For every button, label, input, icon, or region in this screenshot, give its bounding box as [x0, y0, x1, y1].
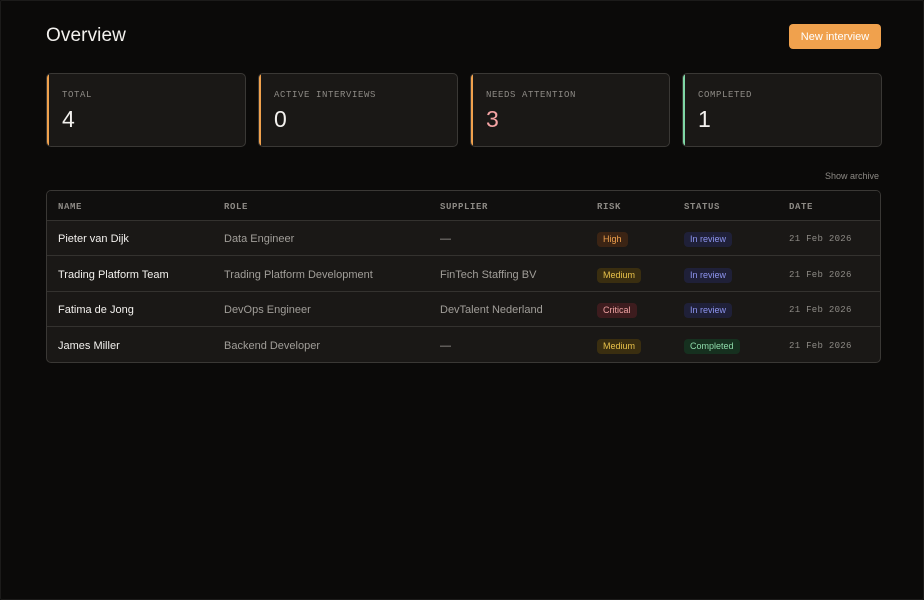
page-title: Overview [46, 25, 126, 46]
show-archive-link[interactable]: Show archive [825, 171, 879, 181]
status-badge: Completed [684, 339, 740, 354]
cell-supplier: DevTalent Nederland [440, 304, 543, 316]
status-badge: In review [684, 303, 733, 318]
cell-date: 21 Feb 2026 [789, 234, 852, 244]
app-frame: Overview New interview TOTAL 4 ACTIVE IN… [0, 0, 924, 600]
cell-supplier: FinTech Staffing BV [440, 269, 537, 281]
status-badge: In review [684, 232, 733, 247]
stat-accent-bar [683, 74, 685, 146]
stat-accent-bar [259, 74, 261, 146]
table-header: NAME ROLE SUPPLIER RISK STATUS DATE [47, 191, 880, 221]
interviews-table: NAME ROLE SUPPLIER RISK STATUS DATE Piet… [46, 190, 881, 363]
risk-badge: High [597, 232, 628, 247]
risk-badge: Medium [597, 339, 642, 354]
table-row[interactable]: Fatima de Jong DevOps Engineer DevTalent… [47, 292, 880, 327]
stat-card-needs-attention: NEEDS ATTENTION 3 [470, 73, 670, 147]
table-row[interactable]: Trading Platform Team Trading Platform D… [47, 257, 880, 292]
cell-role: Backend Developer [224, 340, 321, 352]
cell-date: 21 Feb 2026 [789, 341, 852, 351]
cell-role: DevOps Engineer [224, 304, 311, 316]
cell-name: Fatima de Jong [58, 304, 134, 316]
column-header-risk[interactable]: RISK [597, 202, 621, 212]
stat-card-total: TOTAL 4 [46, 73, 246, 147]
stat-value: 0 [274, 106, 287, 132]
stat-value: 1 [698, 106, 711, 132]
cell-supplier: — [440, 340, 451, 352]
cell-role: Trading Platform Development [224, 269, 373, 281]
risk-badge: Critical [597, 303, 637, 318]
stat-card-active-interviews: ACTIVE INTERVIEWS 0 [258, 73, 458, 147]
status-badge: In review [684, 268, 733, 283]
cell-date: 21 Feb 2026 [789, 270, 852, 280]
stat-accent-bar [471, 74, 473, 146]
cell-name: Pieter van Dijk [58, 233, 129, 245]
stat-label: NEEDS ATTENTION [486, 90, 577, 100]
column-header-supplier[interactable]: SUPPLIER [440, 202, 488, 212]
cell-name: James Miller [58, 340, 120, 352]
stats-row: TOTAL 4 ACTIVE INTERVIEWS 0 NEEDS ATTENT… [46, 73, 882, 147]
column-header-status[interactable]: STATUS [684, 202, 720, 212]
table-row[interactable]: James Miller Backend Developer — Medium … [47, 328, 880, 362]
column-header-name[interactable]: NAME [58, 202, 82, 212]
stat-label: TOTAL [62, 90, 93, 100]
cell-name: Trading Platform Team [58, 269, 169, 281]
column-header-role[interactable]: ROLE [224, 202, 248, 212]
stat-label: COMPLETED [698, 90, 753, 100]
stat-label: ACTIVE INTERVIEWS [274, 90, 377, 100]
table-row[interactable]: Pieter van Dijk Data Engineer — High In … [47, 221, 880, 256]
cell-role: Data Engineer [224, 233, 295, 245]
cell-date: 21 Feb 2026 [789, 305, 852, 315]
risk-badge: Medium [597, 268, 642, 283]
stat-card-completed: COMPLETED 1 [682, 73, 882, 147]
new-interview-button[interactable]: New interview [789, 24, 881, 49]
stat-accent-bar [47, 74, 49, 146]
stat-value: 3 [486, 106, 499, 132]
cell-supplier: — [440, 233, 451, 245]
column-header-date[interactable]: DATE [789, 202, 813, 212]
stat-value: 4 [62, 106, 75, 132]
